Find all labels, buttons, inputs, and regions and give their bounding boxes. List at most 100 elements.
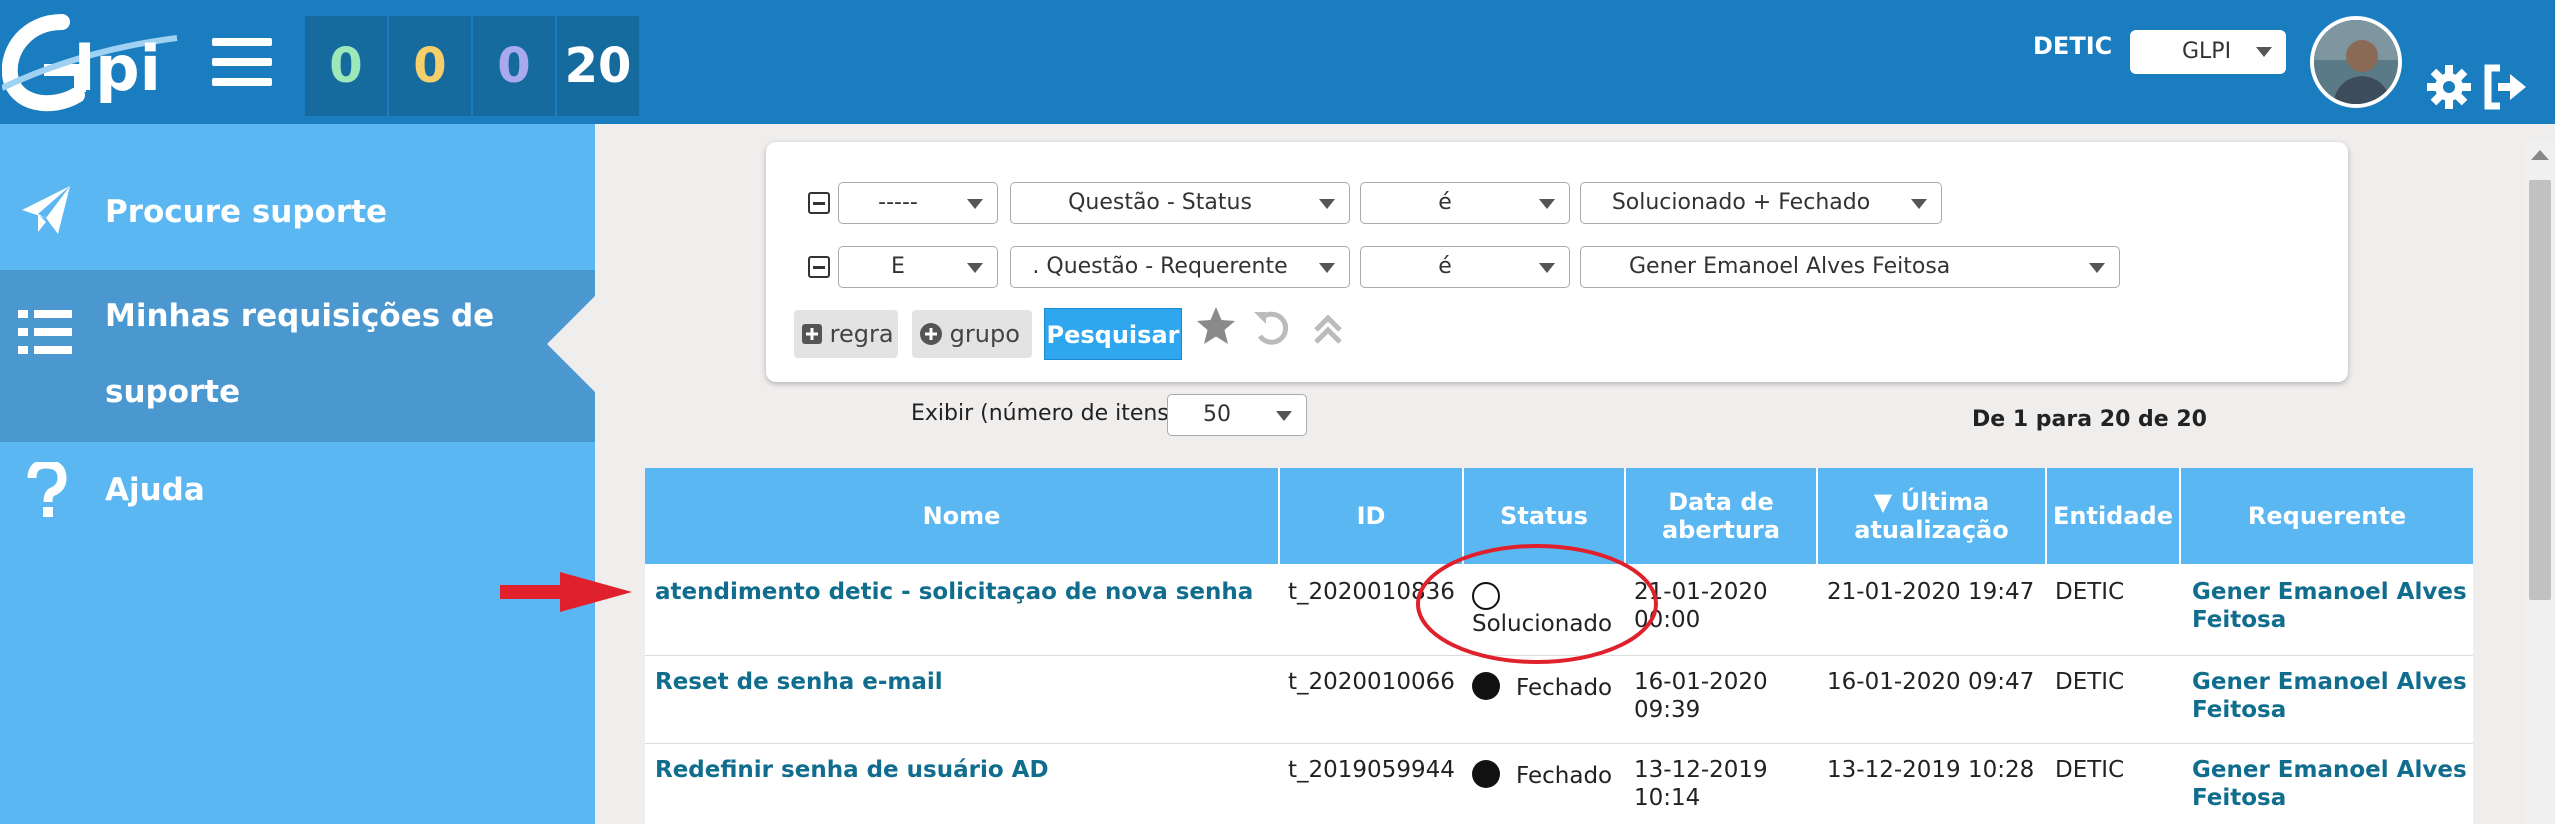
ticket-entity: DETIC [2055,579,2125,605]
search-criteria-panel: ----- Questão - Status é Solucionado + F… [766,142,2348,382]
ticket-entity: DETIC [2055,669,2125,695]
paper-plane-icon [22,186,70,234]
reset-icon[interactable] [1250,306,1294,350]
ticket-updated: 16-01-2020 09:47 [1827,669,2035,695]
ticket-opened-time: 10:14 [1634,785,1701,811]
chevron-down-icon [967,199,983,209]
chevron-down-icon [1911,199,1927,209]
column-header-entidade[interactable]: Entidade [2047,468,2181,564]
ticket-status: Fechado [1516,763,1613,789]
counter-pending[interactable]: 0 [473,16,555,116]
add-group-button[interactable]: grupo [912,310,1032,358]
search-submit-button[interactable]: Pesquisar [1044,308,1182,360]
chevron-down-icon [967,263,983,273]
ticket-name-link[interactable]: Reset de senha e-mail [655,668,943,696]
table-row[interactable]: Reset de senha e-mail t_2020010066 Fecha… [645,656,2473,744]
field-select[interactable]: . Questão - Requerente [1010,246,1350,288]
user-avatar[interactable] [2310,16,2402,108]
ticket-opened-date: 16-01-2020 [1634,669,1768,695]
status-closed-circle-icon [1472,760,1500,788]
ticket-requester-link[interactable]: Feitosa [2192,696,2286,724]
person-icon [2314,20,2398,104]
counter-total[interactable]: 20 [557,16,639,116]
list-icon [18,310,72,354]
pager-info: De 1 para 20 de 20 [1972,407,2207,432]
chevron-down-icon [1276,411,1292,421]
ticket-updated: 21-01-2020 19:47 [1827,579,2035,605]
ticket-requester-link[interactable]: Gener Emanoel Alves [2192,668,2467,696]
ticket-updated: 13-12-2019 10:28 [1827,757,2035,783]
chevron-down-icon [1539,263,1555,273]
ticket-name-link[interactable]: atendimento detic - solicitaçao de nova … [655,578,1253,606]
ticket-entity: DETIC [2055,757,2125,783]
star-icon[interactable] [1194,304,1238,348]
table-row[interactable]: Redefinir senha de usuário AD t_20190599… [645,744,2473,824]
chevron-down-icon [2256,47,2272,57]
operator-select[interactable]: é [1360,182,1570,224]
red-highlight-ellipse-icon [1416,544,1658,664]
field-select-value: . Questão - Requerente [1032,254,1288,279]
counter-new[interactable]: 0 [305,16,387,116]
sidebar-item-label: Procure suporte [105,194,387,230]
link-select-value: ----- [878,190,918,215]
active-item-indicator [547,296,595,392]
ticket-requester-link[interactable]: Feitosa [2192,784,2286,812]
top-header: lpi 0 0 0 20 DETIC GLPI [0,0,2555,124]
logout-icon[interactable] [2480,62,2530,112]
plus-circle-icon [920,323,942,345]
add-rule-button[interactable]: regra [794,310,898,358]
column-header-requerente[interactable]: Requerente [2181,468,2473,564]
ticket-requester-link[interactable]: Gener Emanoel Alves [2192,578,2467,606]
operator-select-value: é [1438,190,1452,215]
ticket-status: Fechado [1516,675,1613,701]
ticket-name-link[interactable]: Redefinir senha de usuário AD [655,756,1049,784]
ticket-opened-date: 13-12-2019 [1634,757,1768,783]
counter-total-value: 20 [564,38,632,94]
sidebar-item-label: suporte [105,374,241,410]
collapse-icon[interactable] [1306,308,1350,352]
chevron-down-icon [1319,263,1335,273]
sidebar-item-label: Minhas requisições de [105,298,495,334]
sidebar: Procure suporte Minhas requisições de su… [0,124,595,824]
operator-select-value: é [1438,254,1452,279]
link-select[interactable]: ----- [838,182,998,224]
display-count-select[interactable]: 50 [1167,394,1307,436]
glpi-logo-icon[interactable]: lpi [2,10,182,118]
operator-select[interactable]: é [1360,246,1570,288]
scroll-up-icon[interactable] [2531,150,2549,160]
field-select[interactable]: Questão - Status [1010,182,1350,224]
display-count-label: Exibir (número de itens) [911,401,1178,426]
remove-criteria-icon[interactable] [808,256,830,278]
ticket-requester-link[interactable]: Feitosa [2192,606,2286,634]
counter-pending-value: 0 [497,38,531,94]
ticket-id: t_2020010066 [1288,669,1455,695]
status-closed-circle-icon [1472,672,1500,700]
scrollbar-thumb[interactable] [2529,180,2551,600]
remove-criteria-icon[interactable] [808,192,830,214]
add-rule-label: regra [829,320,894,348]
counter-processing[interactable]: 0 [389,16,471,116]
column-header-nome[interactable]: Nome [645,468,1280,564]
sidebar-item-minhas-requisicoes[interactable]: Minhas requisições de suporte [0,270,595,442]
plus-square-icon [802,324,822,344]
value-select[interactable]: Solucionado + Fechado [1580,182,1942,224]
counter-processing-value: 0 [413,38,447,94]
sidebar-item-procure-suporte[interactable]: Procure suporte [0,124,595,270]
profile-select[interactable]: GLPI [2130,30,2286,74]
link-select[interactable]: E [838,246,998,288]
value-select[interactable]: Gener Emanoel Alves Feitosa [1580,246,2120,288]
value-select-value: Solucionado + Fechado [1611,190,1871,215]
gear-icon[interactable] [2424,62,2474,112]
question-icon [27,462,67,517]
chevron-down-icon [2089,263,2105,273]
sidebar-item-ajuda[interactable]: Ajuda [0,442,595,552]
column-header-ultima-atualizacao[interactable]: ▼ Última atualização [1818,468,2047,564]
ticket-id: t_2019059944 [1288,757,1455,783]
display-count-value: 50 [1203,402,1231,427]
current-entity[interactable]: DETIC [2033,32,2112,60]
ticket-requester-link[interactable]: Gener Emanoel Alves [2192,756,2467,784]
ticket-opened-time: 09:39 [1634,697,1701,723]
menu-toggle-icon[interactable] [212,38,272,94]
red-arrow-icon [500,572,632,612]
svg-text:lpi: lpi [74,32,161,105]
